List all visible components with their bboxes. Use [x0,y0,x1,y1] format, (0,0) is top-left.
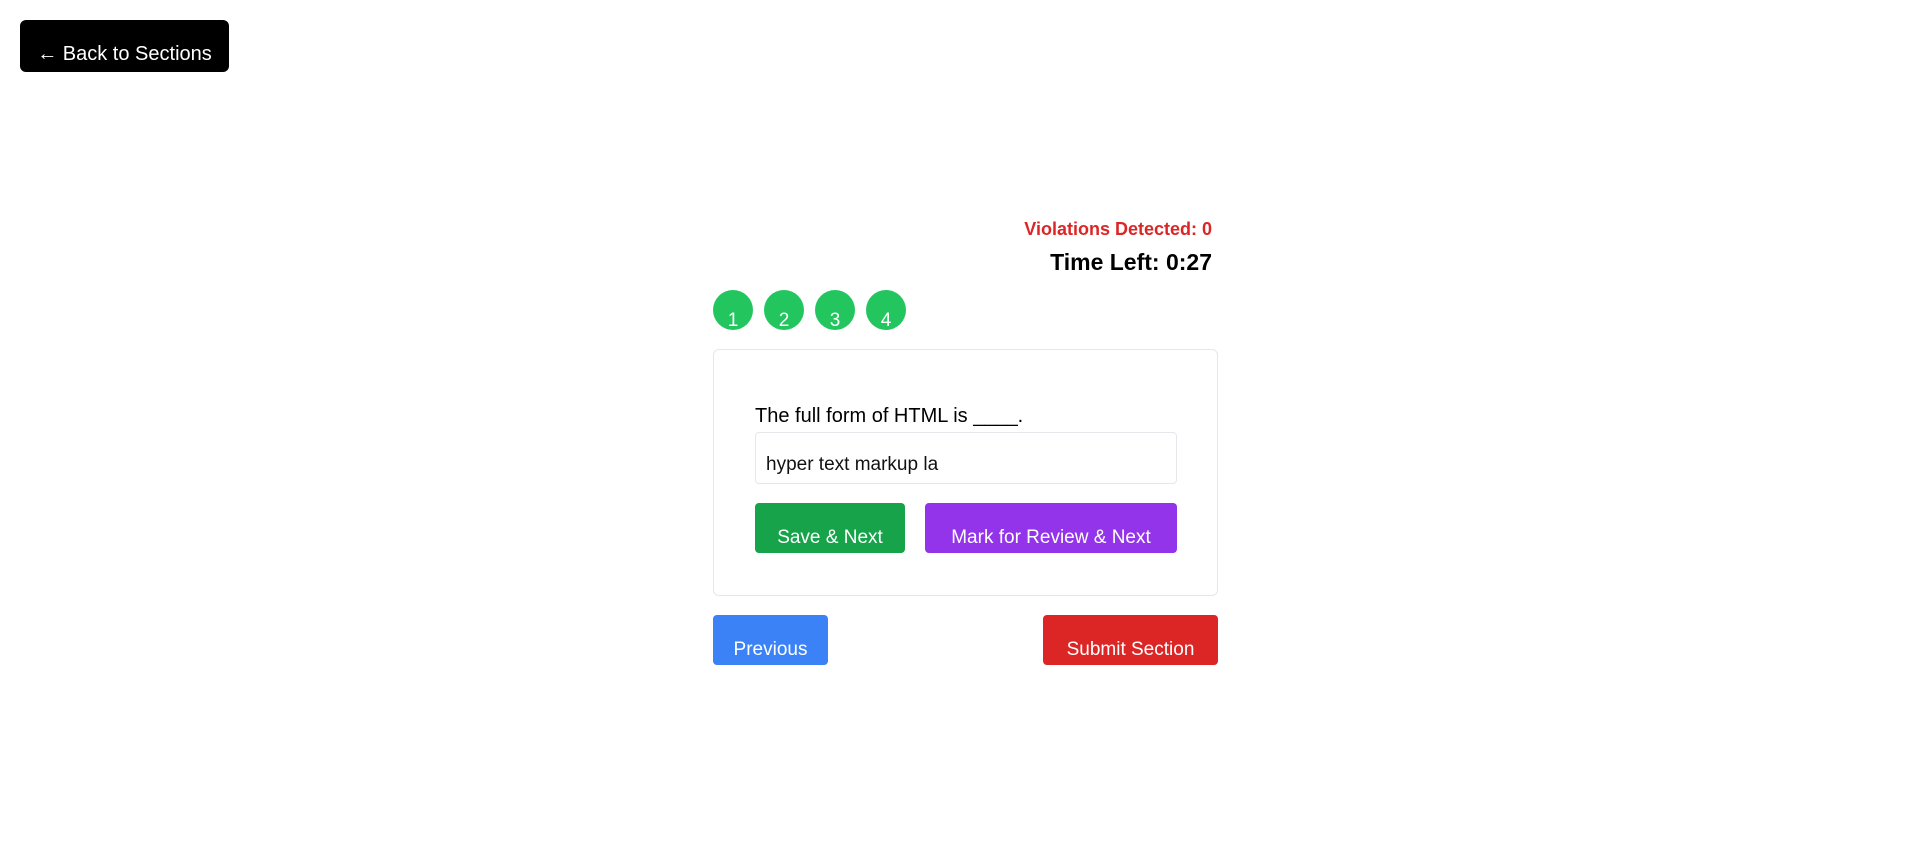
mark-review-next-button[interactable]: Mark for Review & Next [925,503,1177,553]
question-nav-1[interactable]: 1 [713,290,753,330]
save-next-button[interactable]: Save & Next [755,503,905,553]
violations-counter: Violations Detected: 0 [1024,219,1212,239]
question-nav-3[interactable]: 3 [815,290,855,330]
back-to-sections-button[interactable]: ← Back to Sections [20,20,229,72]
answer-input[interactable]: hyper text markup la [755,432,1177,484]
submit-section-button[interactable]: Submit Section [1043,615,1218,665]
question-text: The full form of HTML is ____. [755,405,1024,427]
previous-button[interactable]: Previous [713,615,828,665]
time-left-timer: Time Left: 0:27 [1050,249,1212,275]
question-card: The full form of HTML is ____. hyper tex… [713,349,1218,596]
question-nav-2[interactable]: 2 [764,290,804,330]
question-nav-4[interactable]: 4 [866,290,906,330]
question-navigator: 1 2 3 4 [713,290,906,330]
